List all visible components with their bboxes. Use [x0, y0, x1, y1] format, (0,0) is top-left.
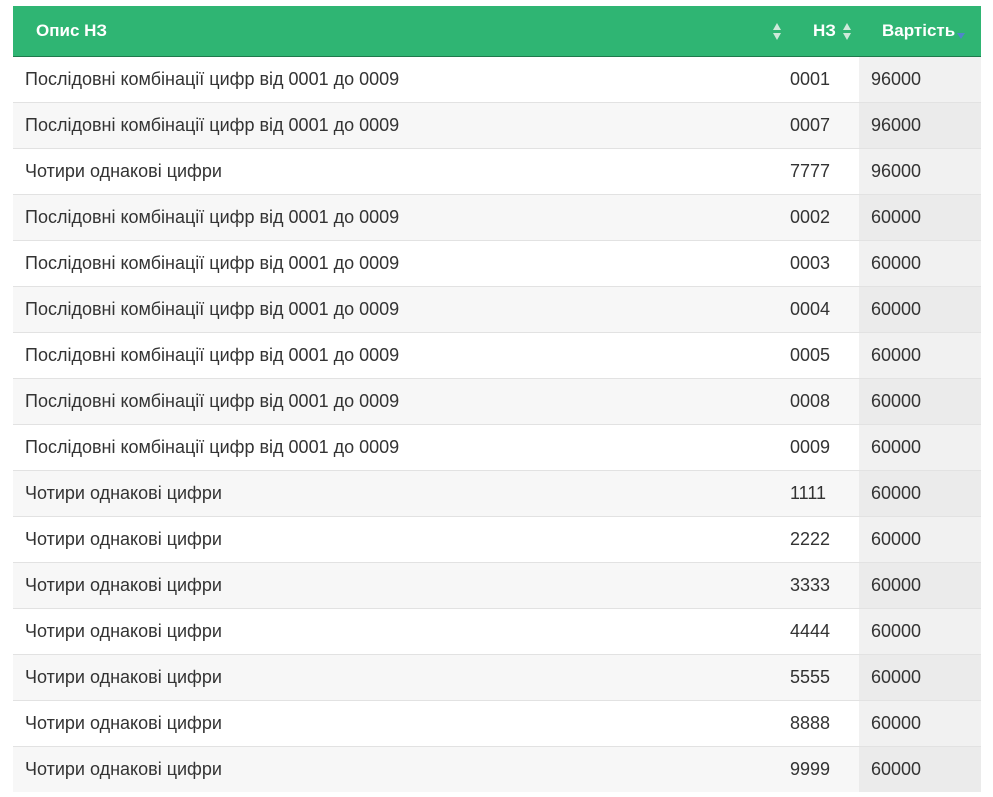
cell-cost: 60000 — [859, 423, 981, 470]
table-row: Послідовні комбінації цифр від 0001 до 0… — [13, 377, 981, 424]
numbers-table: Опис НЗ НЗ Вартість Послідовні комбінаці… — [13, 6, 981, 792]
cell-description: Чотири однакові цифри — [13, 653, 790, 700]
cell-nz: 0009 — [790, 423, 859, 470]
cell-nz: 1111 — [790, 469, 859, 516]
cell-nz: 0002 — [790, 193, 859, 240]
column-header-cost[interactable]: Вартість — [859, 6, 981, 57]
cell-cost: 60000 — [859, 607, 981, 654]
cell-cost: 60000 — [859, 193, 981, 240]
cell-description: Послідовні комбінації цифр від 0001 до 0… — [13, 55, 790, 102]
cell-description: Послідовні комбінації цифр від 0001 до 0… — [13, 101, 790, 148]
table-row: Послідовні комбінації цифр від 0001 до 0… — [13, 101, 981, 148]
cell-description: Послідовні комбінації цифр від 0001 до 0… — [13, 331, 790, 378]
table-row: Чотири однакові цифри 2222 60000 — [13, 515, 981, 562]
cell-description: Чотири однакові цифри — [13, 699, 790, 746]
cell-nz: 0001 — [790, 55, 859, 102]
cell-description: Чотири однакові цифри — [13, 469, 790, 516]
cell-description: Послідовні комбінації цифр від 0001 до 0… — [13, 239, 790, 286]
cell-cost: 60000 — [859, 745, 981, 792]
column-header-description-label: Опис НЗ — [36, 21, 108, 40]
cell-nz: 0008 — [790, 377, 859, 424]
cell-description: Чотири однакові цифри — [13, 147, 790, 194]
table-row: Послідовні комбінації цифр від 0001 до 0… — [13, 423, 981, 470]
cell-description: Послідовні комбінації цифр від 0001 до 0… — [13, 193, 790, 240]
table-row: Послідовні комбінації цифр від 0001 до 0… — [13, 239, 981, 286]
table-row: Чотири однакові цифри 5555 60000 — [13, 653, 981, 700]
cell-nz: 0005 — [790, 331, 859, 378]
cell-description: Чотири однакові цифри — [13, 745, 790, 792]
cell-nz: 8888 — [790, 699, 859, 746]
cell-cost: 60000 — [859, 469, 981, 516]
cell-description: Послідовні комбінації цифр від 0001 до 0… — [13, 285, 790, 332]
table-row: Послідовні комбінації цифр від 0001 до 0… — [13, 55, 981, 102]
cell-cost: 60000 — [859, 377, 981, 424]
cell-nz: 0004 — [790, 285, 859, 332]
cell-description: Послідовні комбінації цифр від 0001 до 0… — [13, 377, 790, 424]
cell-cost: 96000 — [859, 101, 981, 148]
cell-cost: 60000 — [859, 239, 981, 286]
cell-cost: 60000 — [859, 699, 981, 746]
cell-description: Чотири однакові цифри — [13, 607, 790, 654]
cell-cost: 60000 — [859, 653, 981, 700]
cell-cost: 60000 — [859, 285, 981, 332]
table-row: Послідовні комбінації цифр від 0001 до 0… — [13, 285, 981, 332]
cell-nz: 0003 — [790, 239, 859, 286]
sort-descending-icon[interactable] — [957, 33, 966, 41]
sort-both-icon[interactable] — [843, 23, 852, 41]
cell-nz: 0007 — [790, 101, 859, 148]
table-row: Чотири однакові цифри 4444 60000 — [13, 607, 981, 654]
cell-nz: 9999 — [790, 745, 859, 792]
cell-description: Послідовні комбінації цифр від 0001 до 0… — [13, 423, 790, 470]
cell-description: Чотири однакові цифри — [13, 515, 790, 562]
cell-nz: 2222 — [790, 515, 859, 562]
column-header-cost-label: Вартість — [882, 21, 956, 40]
numbers-table-container: Опис НЗ НЗ Вартість Послідовні комбінаці… — [13, 6, 981, 792]
cell-cost: 96000 — [859, 147, 981, 194]
cell-nz: 7777 — [790, 147, 859, 194]
table-row: Чотири однакові цифри 8888 60000 — [13, 699, 981, 746]
table-row: Чотири однакові цифри 7777 96000 — [13, 147, 981, 194]
table-row: Чотири однакові цифри 3333 60000 — [13, 561, 981, 608]
table-row: Чотири однакові цифри 1111 60000 — [13, 469, 981, 516]
column-header-nz-label: НЗ — [813, 21, 836, 40]
cell-nz: 3333 — [790, 561, 859, 608]
header-row: Опис НЗ НЗ Вартість — [13, 6, 981, 57]
table-row: Чотири однакові цифри 9999 60000 — [13, 745, 981, 792]
cell-description: Чотири однакові цифри — [13, 561, 790, 608]
table-row: Послідовні комбінації цифр від 0001 до 0… — [13, 193, 981, 240]
cell-cost: 96000 — [859, 55, 981, 102]
sort-both-icon[interactable] — [773, 23, 782, 41]
cell-cost: 60000 — [859, 561, 981, 608]
cell-cost: 60000 — [859, 515, 981, 562]
table-header: Опис НЗ НЗ Вартість — [13, 6, 981, 57]
cell-cost: 60000 — [859, 331, 981, 378]
cell-nz: 5555 — [790, 653, 859, 700]
column-header-nz[interactable]: НЗ — [790, 6, 859, 57]
table-row: Послідовні комбінації цифр від 0001 до 0… — [13, 331, 981, 378]
cell-nz: 4444 — [790, 607, 859, 654]
table-body: Послідовні комбінації цифр від 0001 до 0… — [13, 55, 981, 792]
column-header-description[interactable]: Опис НЗ — [13, 6, 790, 57]
